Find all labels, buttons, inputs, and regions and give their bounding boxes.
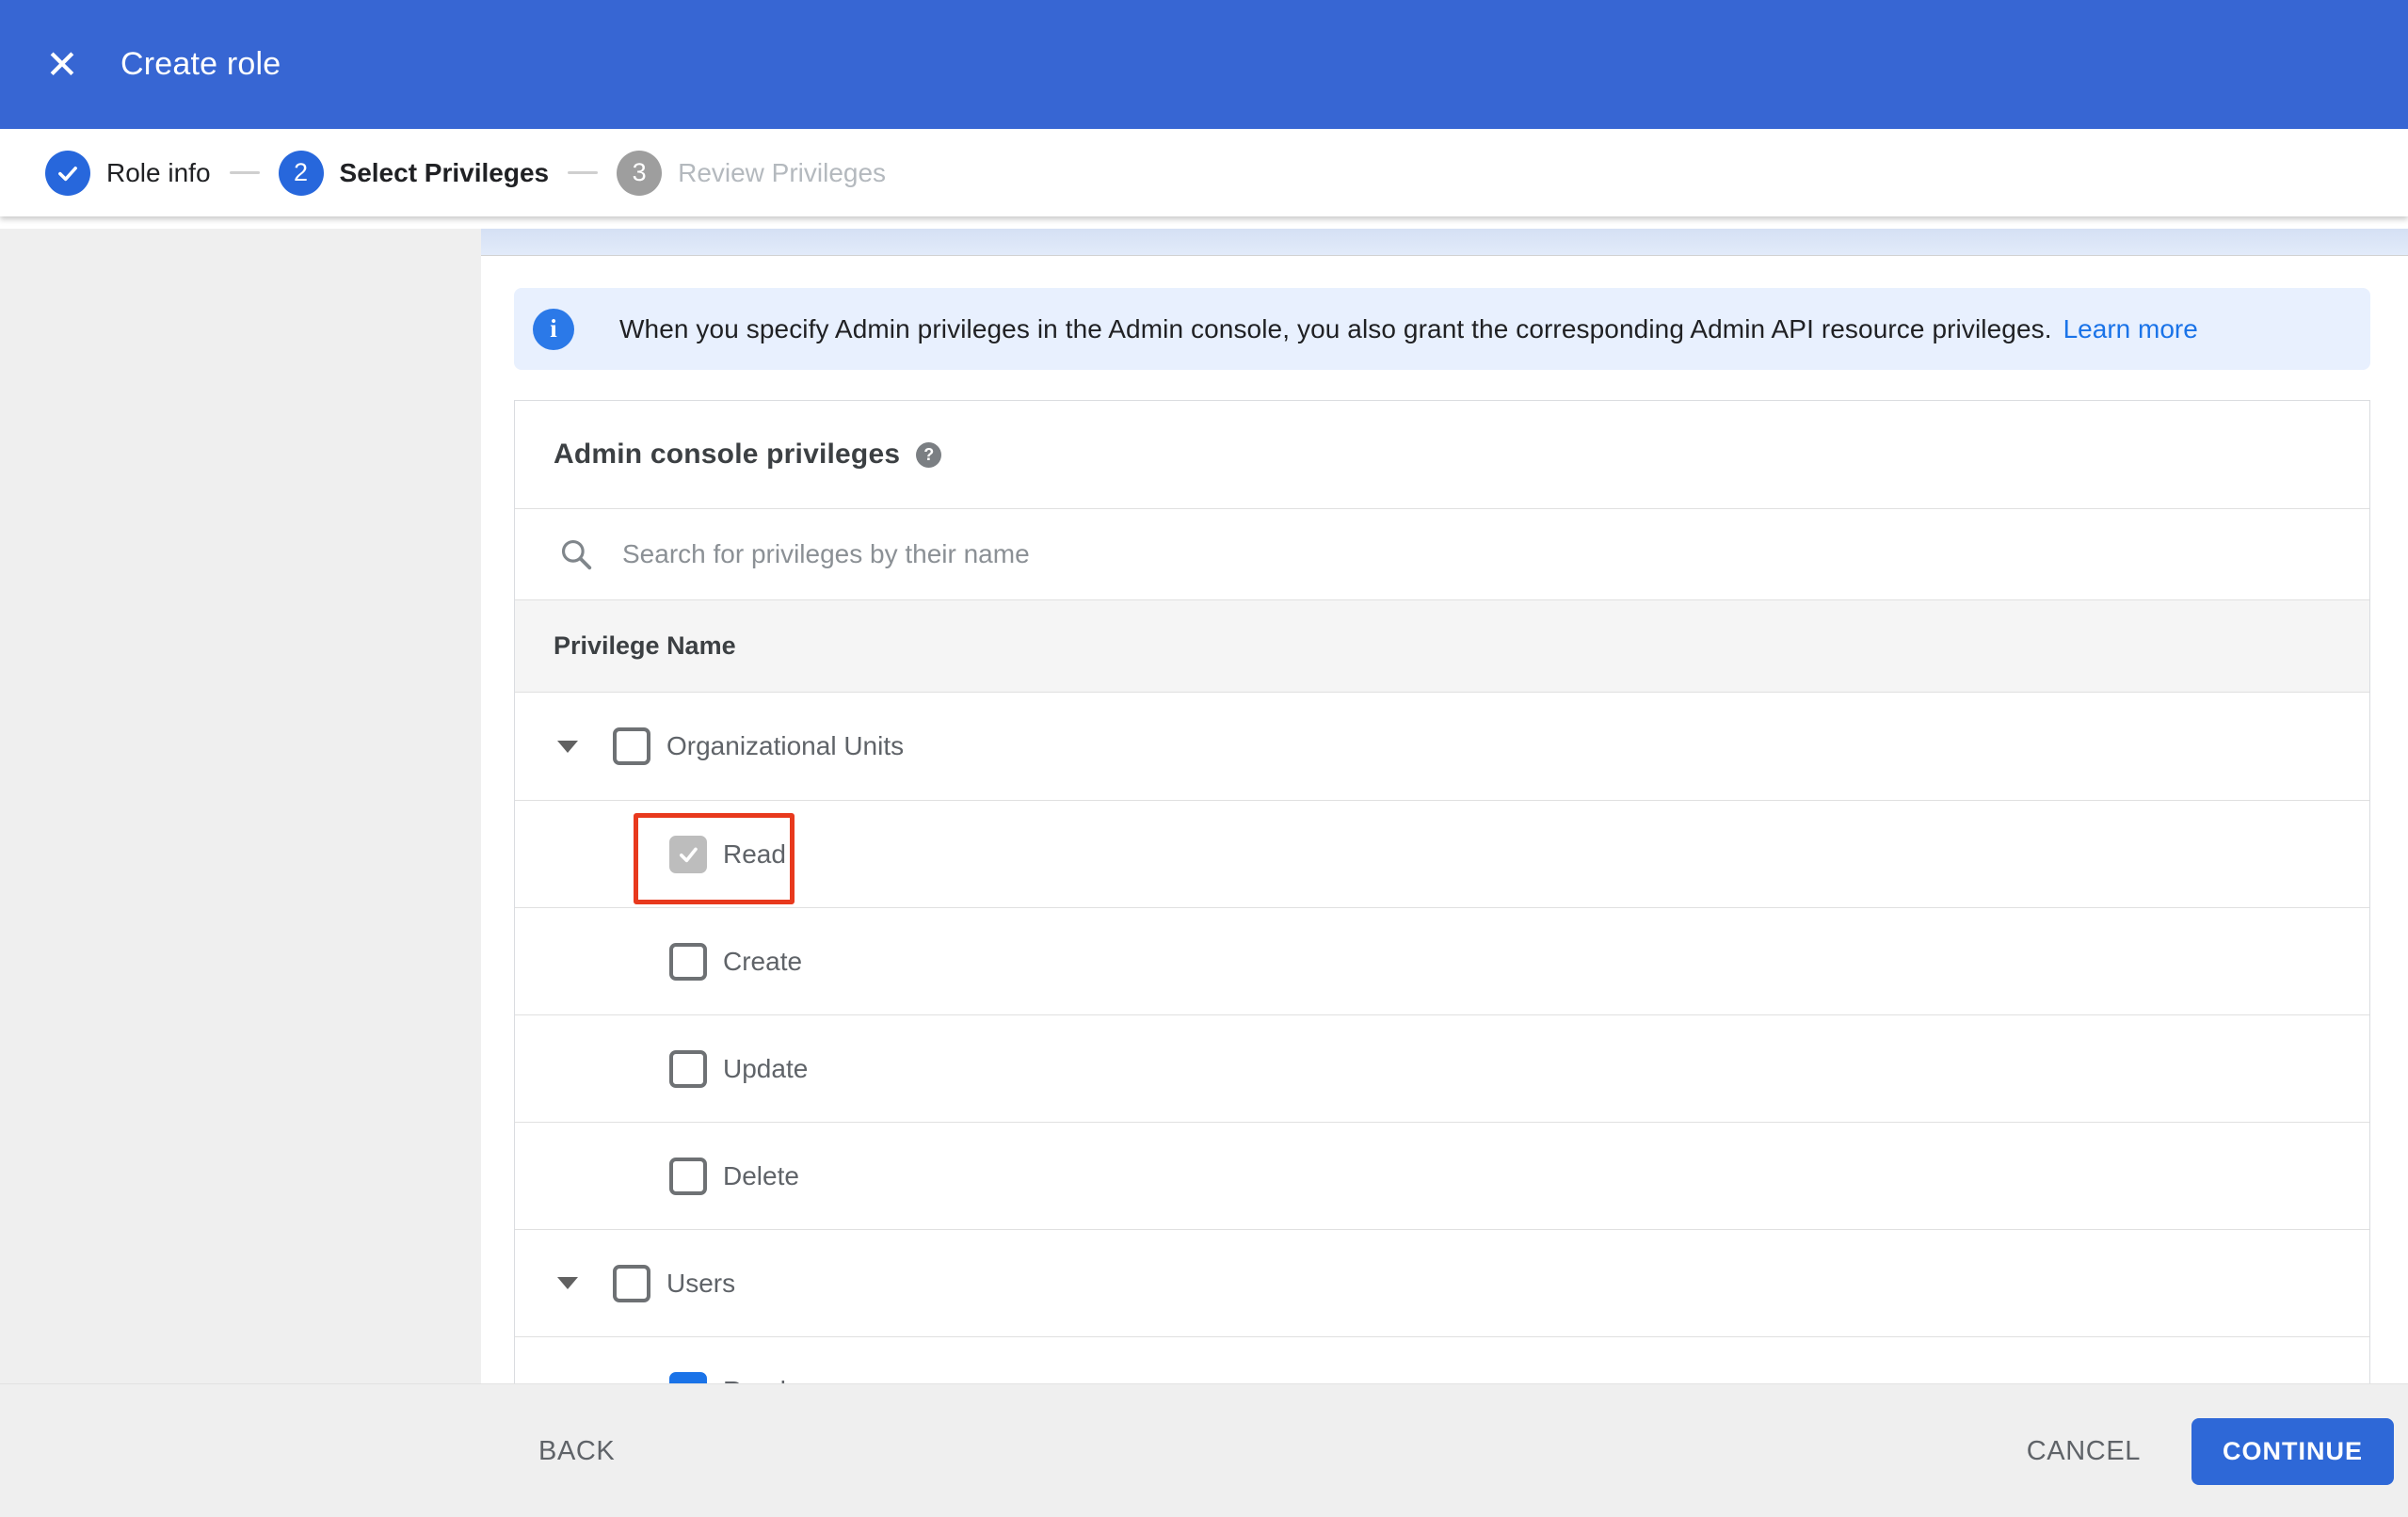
privilege-label: Read (723, 1376, 786, 1384)
column-header-privilege-name: Privilege Name (554, 631, 736, 660)
info-banner-text: When you specify Admin privileges in the… (619, 313, 2052, 343)
left-panel (0, 229, 481, 1383)
continue-button[interactable]: CONTINUE (2191, 1417, 2394, 1485)
step-label: Review Privileges (678, 157, 887, 187)
step-label: Role info (106, 157, 211, 187)
dialog-title: Create role (120, 46, 281, 82)
privilege-label: Users (666, 1268, 736, 1298)
step-select-privileges[interactable]: 2 Select Privileges (278, 150, 550, 196)
table-header-row: Privilege Name (515, 600, 2369, 693)
main-content: i When you specify Admin privileges in t… (481, 229, 2408, 1383)
step-number-3: 3 (617, 150, 663, 196)
privilege-checkbox[interactable] (613, 1264, 650, 1302)
info-banner: i When you specify Admin privileges in t… (514, 288, 2370, 370)
step-review-privileges[interactable]: 3 Review Privileges (617, 150, 887, 196)
search-icon (561, 539, 592, 570)
privilege-tree: Organizational Units Read Create Update … (515, 693, 2369, 1383)
privilege-checkbox[interactable] (613, 727, 650, 765)
learn-more-link[interactable]: Learn more (2063, 314, 2198, 344)
step-number-2: 2 (278, 150, 324, 196)
privilege-row: Read (515, 1336, 2369, 1383)
privilege-row: Users (515, 1229, 2369, 1336)
card-title: Admin console privileges (554, 439, 901, 470)
info-icon: i (533, 308, 574, 350)
privilege-checkbox[interactable] (669, 835, 707, 873)
privilege-label: Delete (723, 1160, 799, 1190)
step-complete-check-icon (45, 150, 90, 196)
step-connector (229, 171, 260, 174)
footer-action-bar: BACK CANCEL CONTINUE (0, 1383, 2408, 1517)
step-role-info[interactable]: Role info (45, 150, 211, 196)
app-bar: ✕ Create role (0, 0, 2408, 129)
privilege-label: Organizational Units (666, 731, 905, 760)
card-header: Admin console privileges ? (515, 401, 2369, 509)
cancel-button[interactable]: CANCEL (2004, 1419, 2163, 1484)
privilege-label: Create (723, 946, 803, 976)
privilege-row: Delete (515, 1122, 2369, 1229)
privilege-checkbox[interactable] (669, 1049, 707, 1088)
search-input[interactable] (622, 539, 2128, 569)
privilege-checkbox[interactable] (669, 1157, 707, 1195)
footer-right-group: CANCEL CONTINUE (2004, 1384, 2394, 1517)
privilege-row: Read (515, 800, 2369, 907)
privilege-checkbox[interactable] (669, 942, 707, 981)
expand-arrow-icon[interactable] (557, 740, 578, 753)
create-role-dialog: ✕ Create role Role info 2 Select Privile… (0, 0, 2408, 1517)
step-connector (568, 171, 599, 174)
privilege-row: Create (515, 907, 2369, 1014)
privileges-card: Admin console privileges ? Privilege Nam… (514, 400, 2370, 1383)
search-row (515, 509, 2369, 600)
privilege-label: Update (723, 1053, 809, 1083)
help-icon[interactable]: ? (916, 441, 942, 468)
privilege-checkbox[interactable] (669, 1371, 707, 1383)
stepper: Role info 2 Select Privileges 3 Review P… (0, 129, 2408, 216)
back-button[interactable]: BACK (523, 1384, 630, 1517)
step-label: Select Privileges (339, 157, 550, 187)
privilege-row: Organizational Units (515, 693, 2369, 800)
close-button[interactable]: ✕ (28, 31, 96, 99)
privilege-label: Read (723, 838, 786, 869)
privilege-row: Update (515, 1014, 2369, 1122)
close-icon: ✕ (45, 41, 79, 87)
scrolled-content-strip (481, 229, 2408, 256)
expand-arrow-icon[interactable] (557, 1277, 578, 1289)
